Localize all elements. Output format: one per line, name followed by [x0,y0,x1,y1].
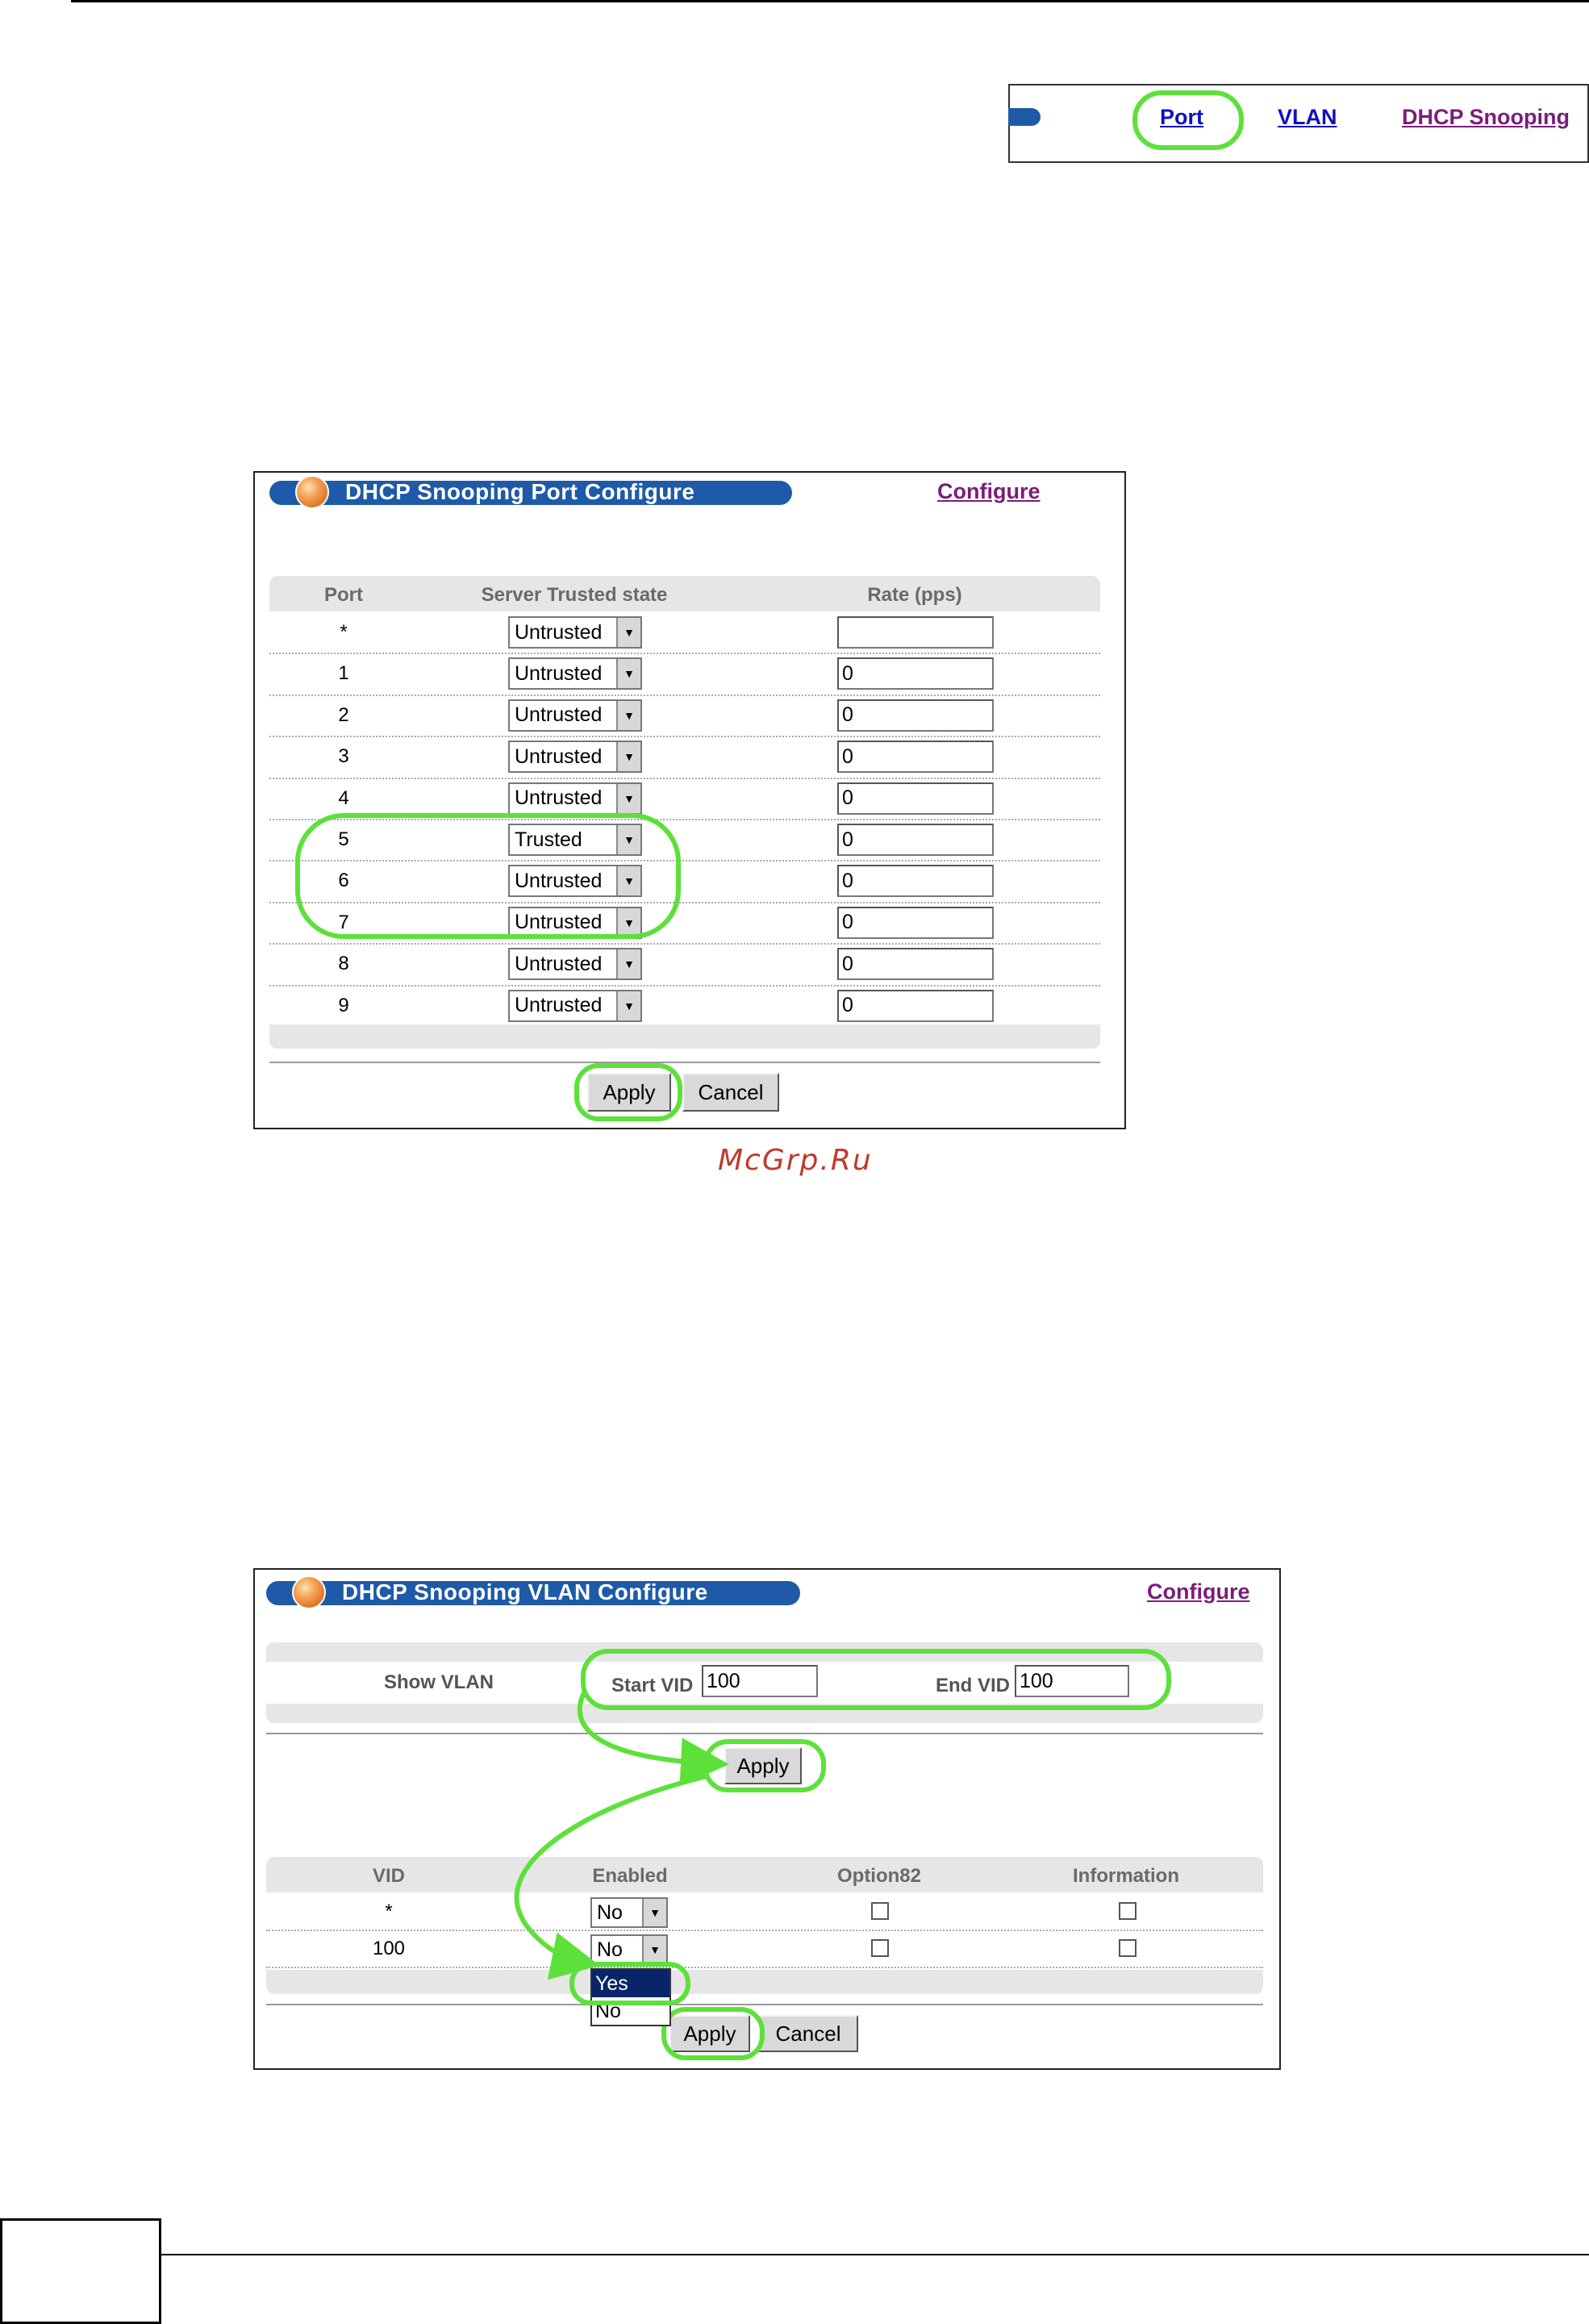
arrow-vid-to-apply [577,1691,729,1787]
footer-rule [161,2254,1589,2255]
arrow-apply-to-enabled [514,1774,707,1980]
page-number-box [0,2218,161,2324]
annotation-arrows [514,1691,729,1980]
